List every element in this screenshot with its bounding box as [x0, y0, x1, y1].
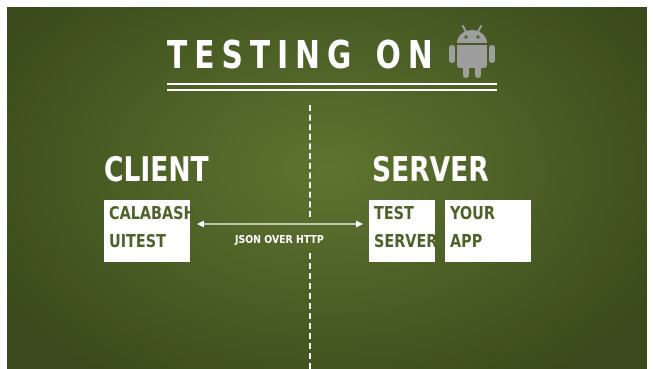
server-heading: SERVER: [372, 150, 489, 190]
your-app-line1: YOUR: [450, 203, 495, 224]
test-server-line1: TEST: [374, 203, 414, 224]
client-heading: CLIENT: [104, 150, 209, 190]
test-server-box: TEST SERVER: [369, 200, 438, 262]
json-over-http-label: JSON OVER HTTP: [235, 233, 324, 246]
your-app-line2: APP: [450, 231, 483, 252]
title: TESTING ON: [167, 27, 467, 83]
divider-upper: [309, 105, 311, 217]
slide: TESTING ON CLIENT SERVER CALABASH UITEST: [7, 7, 647, 369]
title-underline-bottom: [167, 89, 497, 91]
title-text: TESTING ON: [167, 33, 440, 77]
your-app-box: YOUR APP: [445, 200, 531, 262]
calabash-uitest-line2: UITEST: [109, 231, 166, 252]
title-underline-top: [167, 83, 497, 85]
calabash-uitest-box: CALABASH UITEST: [104, 200, 196, 262]
divider-lower: [309, 253, 311, 369]
calabash-uitest-line1: CALABASH: [109, 203, 196, 224]
android-robot-icon: [449, 25, 495, 78]
test-server-line2: SERVER: [374, 231, 438, 252]
json-over-http-arrow: [197, 220, 363, 228]
